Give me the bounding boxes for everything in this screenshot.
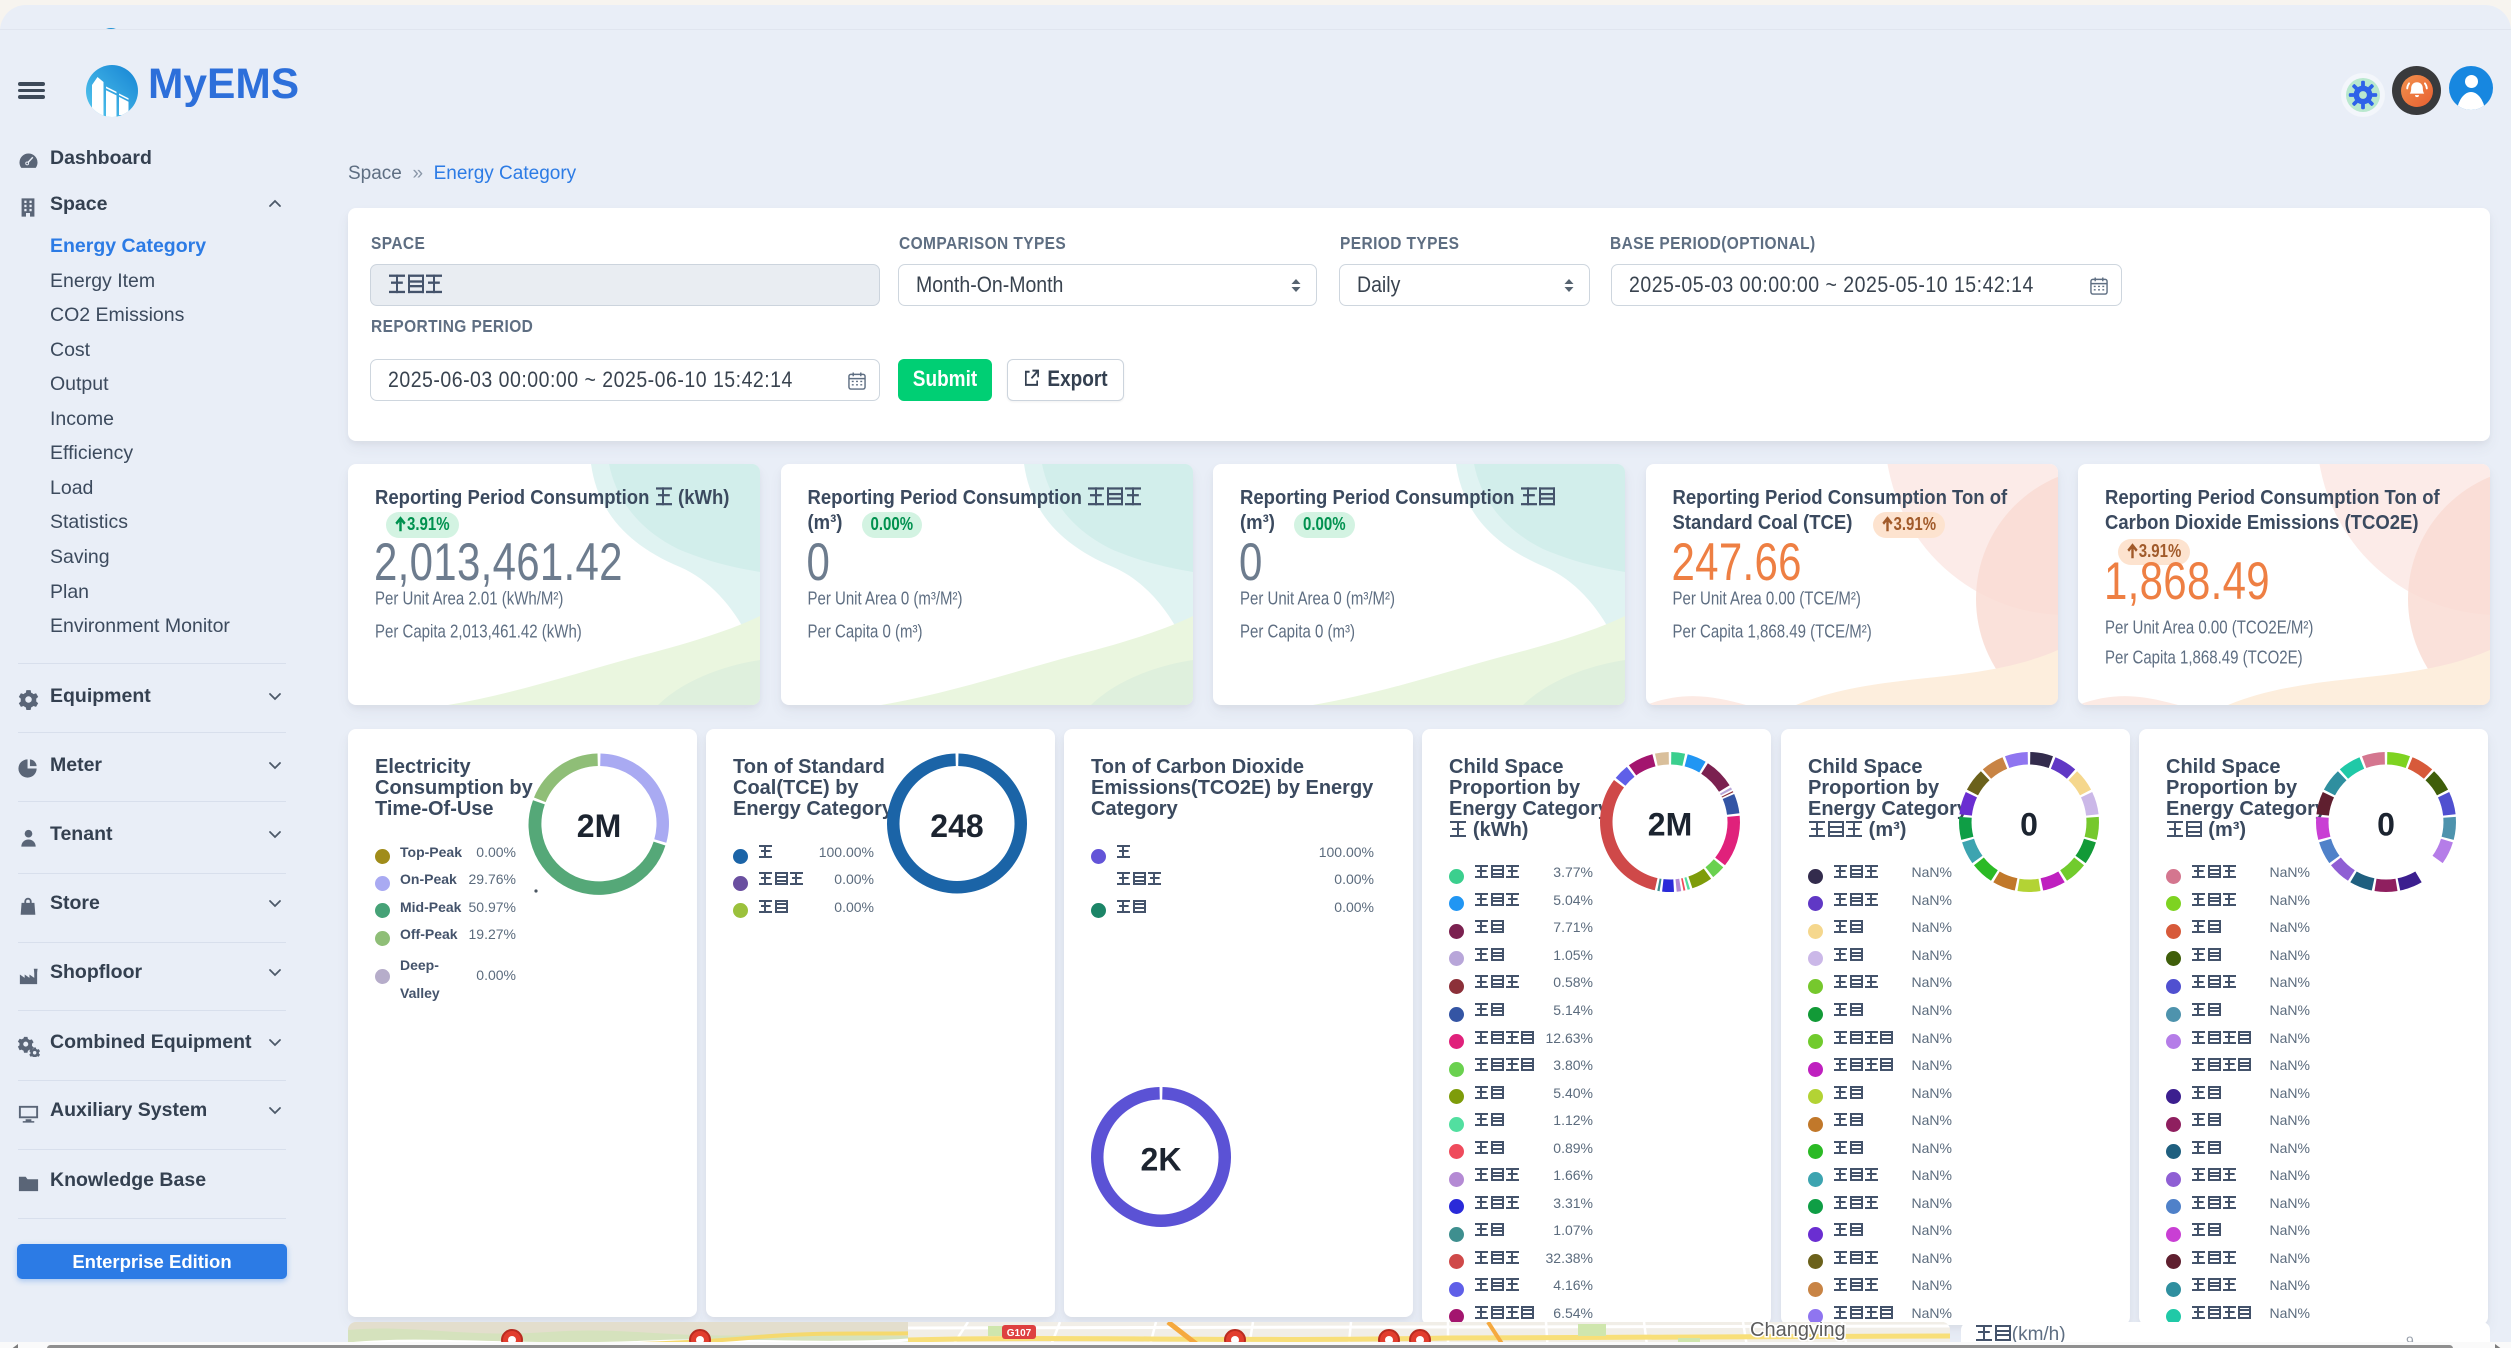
svg-text:248: 248 <box>930 808 983 844</box>
svg-text:0: 0 <box>2377 807 2395 843</box>
svg-text:Changying: Changying <box>1750 1322 1846 1341</box>
svg-text:G107: G107 <box>1007 1328 1032 1339</box>
svg-text:2M: 2M <box>1648 807 1692 843</box>
svg-text:2M: 2M <box>577 808 621 844</box>
svg-text:0: 0 <box>2020 807 2038 843</box>
svg-text:2K: 2K <box>1141 1142 1182 1178</box>
